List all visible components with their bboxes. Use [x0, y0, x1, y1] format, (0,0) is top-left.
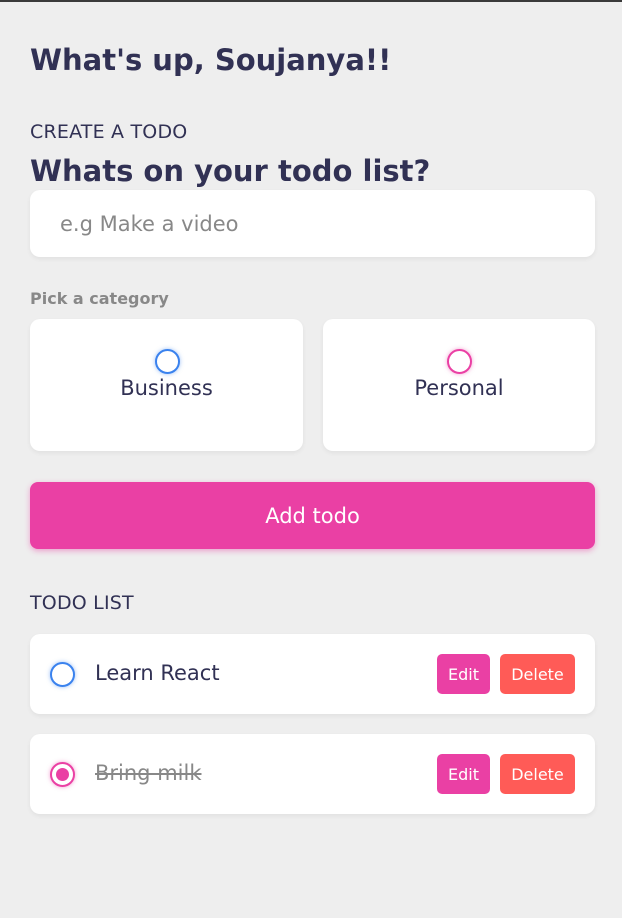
- todo-item: Learn React Edit Delete: [30, 634, 595, 714]
- todo-question-heading: Whats on your todo list?: [30, 154, 431, 188]
- category-option-personal[interactable]: Personal: [323, 319, 595, 451]
- greeting-title: What's up, Soujanya!!: [30, 43, 392, 77]
- todo-checkbox-icon[interactable]: [50, 662, 75, 687]
- category-label: Pick a category: [30, 289, 169, 308]
- add-todo-button[interactable]: Add todo: [30, 482, 595, 549]
- business-radio-icon[interactable]: [154, 349, 180, 374]
- todo-item-text[interactable]: Bring milk: [95, 761, 415, 785]
- delete-button[interactable]: Delete: [500, 754, 575, 794]
- category-option-business[interactable]: Business: [30, 319, 303, 451]
- personal-radio-icon[interactable]: [447, 349, 472, 374]
- todo-item: Bring milk Edit Delete: [30, 734, 595, 814]
- delete-button[interactable]: Delete: [500, 654, 575, 694]
- todo-list-label: TODO LIST: [30, 592, 134, 614]
- todo-checkbox-icon[interactable]: [50, 762, 75, 787]
- window-top-border: [0, 0, 622, 2]
- create-todo-label: CREATE A TODO: [30, 121, 188, 143]
- category-business-label: Business: [120, 376, 213, 400]
- todo-item-text[interactable]: Learn React: [95, 661, 415, 685]
- todo-input[interactable]: [30, 190, 595, 257]
- checked-dot-icon: [56, 768, 69, 781]
- edit-button[interactable]: Edit: [437, 654, 490, 694]
- edit-button[interactable]: Edit: [437, 754, 490, 794]
- category-personal-label: Personal: [414, 376, 504, 400]
